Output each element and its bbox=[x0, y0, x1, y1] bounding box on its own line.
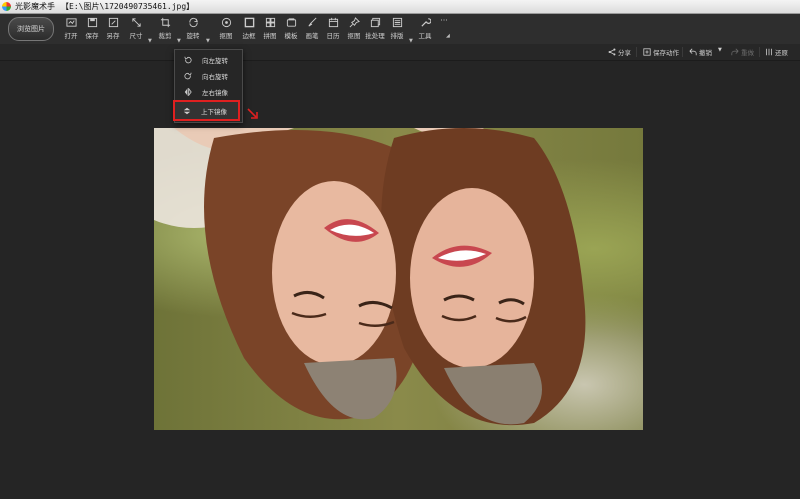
resize-button[interactable]: 尺寸 bbox=[125, 17, 147, 43]
main-toolbar: 浏览图片 打开 保存 另存 尺寸 ▼ 裁剪 ▼ 旋转 ▼ 抠图 边框 拼图 模板 bbox=[0, 14, 800, 44]
pin-label: 抠图 bbox=[347, 32, 361, 40]
crop-label: 裁剪 bbox=[158, 32, 172, 40]
mirror-horizontal-icon bbox=[184, 88, 192, 96]
annotation-arrow-icon bbox=[247, 108, 258, 119]
rotate-button[interactable]: 旋转 bbox=[182, 17, 204, 43]
redo-label: 重做 bbox=[741, 49, 754, 57]
border-label: 边框 bbox=[242, 32, 256, 40]
save-icon bbox=[87, 17, 97, 28]
more-icon: ··· bbox=[440, 16, 448, 25]
save-action-button[interactable]: 保存动作 bbox=[643, 47, 679, 57]
tools-icon bbox=[420, 18, 431, 27]
crop-button[interactable]: 裁剪 bbox=[154, 17, 176, 43]
rotate-right-icon bbox=[184, 72, 192, 80]
pin-icon bbox=[349, 17, 360, 28]
rotate-left-icon bbox=[184, 56, 192, 64]
rotate-left-label: 向左旋转 bbox=[202, 57, 228, 65]
undo-label: 撤销 bbox=[699, 49, 712, 57]
restore-label: 还原 bbox=[775, 49, 788, 57]
cutout-button[interactable]: 抠图 bbox=[214, 17, 238, 43]
collage-label: 拼图 bbox=[263, 32, 277, 40]
file-path: 【E:\图片\1720490735461.jpg】 bbox=[61, 2, 195, 11]
calendar-icon bbox=[328, 17, 338, 28]
menu-item-rotate-left[interactable]: 向左旋转 bbox=[176, 52, 241, 68]
brush-label: 画笔 bbox=[305, 32, 319, 40]
calendar-button[interactable]: 日历 bbox=[322, 17, 344, 43]
divider bbox=[636, 47, 637, 57]
undo-dropdown-caret[interactable]: ▼ bbox=[718, 47, 722, 53]
layout-button[interactable]: 排版 bbox=[386, 17, 408, 43]
template-button[interactable]: 模板 bbox=[280, 17, 302, 43]
save-label: 保存 bbox=[85, 32, 99, 40]
mirror-horizontal-label: 左右镜像 bbox=[202, 89, 228, 97]
resize-label: 尺寸 bbox=[129, 32, 143, 40]
collage-icon bbox=[265, 17, 275, 28]
rotate-label: 旋转 bbox=[186, 32, 200, 40]
brush-button[interactable]: 画笔 bbox=[301, 17, 323, 43]
browse-images-button[interactable]: 浏览图片 bbox=[8, 17, 54, 41]
tools-label: 工具 bbox=[418, 32, 432, 40]
mirror-vertical-icon bbox=[183, 107, 191, 114]
collage-button[interactable]: 拼图 bbox=[259, 17, 281, 43]
menu-item-mirror-vertical[interactable]: 上下镜像 bbox=[173, 100, 240, 121]
save-button[interactable]: 保存 bbox=[81, 17, 103, 43]
brush-icon bbox=[307, 17, 316, 27]
cutout-label: 抠图 bbox=[219, 32, 233, 40]
action-bar: 分享 保存动作 撤销 ▼ 重做 还原 bbox=[0, 44, 800, 61]
more-button[interactable]: ··· bbox=[433, 17, 455, 43]
crop-icon bbox=[160, 17, 170, 28]
share-label: 分享 bbox=[618, 49, 631, 57]
layout-icon bbox=[392, 17, 402, 28]
save-action-icon bbox=[643, 48, 651, 56]
undo-icon bbox=[689, 48, 697, 56]
restore-icon bbox=[766, 48, 772, 56]
more-dropdown-caret[interactable]: ◢ bbox=[446, 33, 450, 39]
divider bbox=[759, 47, 760, 57]
open-button[interactable]: 打开 bbox=[60, 17, 82, 43]
save-as-icon bbox=[108, 17, 118, 28]
layout-label: 排版 bbox=[390, 32, 404, 40]
undo-button[interactable]: 撤销 bbox=[689, 47, 712, 57]
rotate-right-label: 向右旋转 bbox=[202, 73, 228, 81]
resize-icon bbox=[131, 18, 141, 27]
menu-item-mirror-horizontal[interactable]: 左右镜像 bbox=[176, 84, 241, 100]
flipped-photo-illustration bbox=[154, 128, 586, 426]
title-bar: 光影魔术手 【E:\图片\1720490735461.jpg】 bbox=[0, 0, 800, 14]
pin-button[interactable]: 抠图 bbox=[343, 17, 365, 43]
template-label: 模板 bbox=[284, 32, 298, 40]
border-icon bbox=[244, 17, 254, 28]
border-button[interactable]: 边框 bbox=[238, 17, 260, 43]
redo-button[interactable]: 重做 bbox=[731, 47, 754, 57]
batch-button[interactable]: 批处理 bbox=[363, 17, 387, 43]
share-button[interactable]: 分享 bbox=[608, 47, 631, 57]
batch-icon bbox=[370, 17, 380, 28]
app-title: 光影魔术手 bbox=[15, 2, 55, 11]
app-logo-icon bbox=[2, 2, 11, 11]
divider bbox=[682, 47, 683, 57]
save-as-label: 另存 bbox=[106, 32, 120, 40]
open-icon bbox=[65, 18, 77, 27]
mirror-vertical-label: 上下镜像 bbox=[201, 107, 227, 116]
share-icon bbox=[608, 48, 616, 56]
rotate-dropdown-menu: 向左旋转 向右旋转 左右镜像 上下镜像 bbox=[173, 49, 243, 123]
rotate-icon bbox=[188, 17, 198, 28]
save-as-button[interactable]: 另存 bbox=[102, 17, 124, 43]
calendar-label: 日历 bbox=[326, 32, 340, 40]
menu-item-rotate-right[interactable]: 向右旋转 bbox=[176, 68, 241, 84]
photo-preview bbox=[154, 128, 643, 430]
cutout-icon bbox=[221, 17, 231, 28]
batch-label: 批处理 bbox=[365, 32, 385, 40]
save-action-label: 保存动作 bbox=[653, 49, 679, 57]
restore-button[interactable]: 还原 bbox=[765, 47, 788, 57]
redo-icon bbox=[731, 48, 739, 56]
open-label: 打开 bbox=[64, 32, 78, 40]
template-icon bbox=[286, 18, 296, 27]
